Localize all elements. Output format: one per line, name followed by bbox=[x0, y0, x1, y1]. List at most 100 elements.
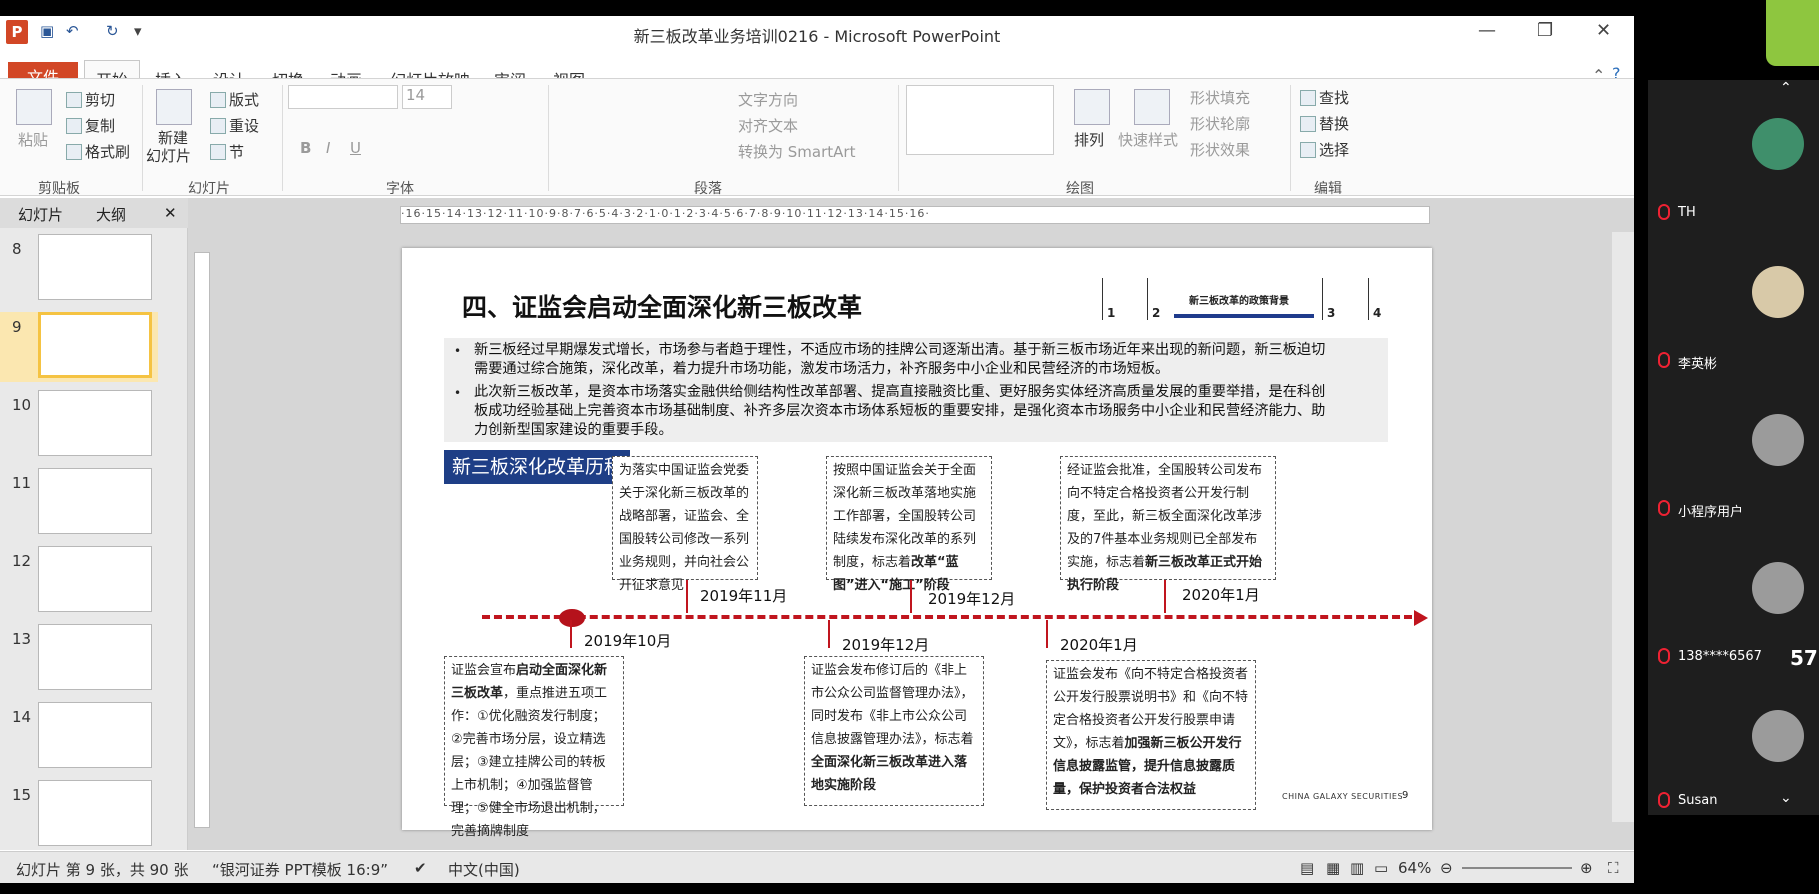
reset-button[interactable]: 重设 bbox=[210, 115, 259, 136]
participant-name: 李英彬 bbox=[1678, 357, 1718, 372]
normal-view-icon[interactable]: ▤ bbox=[1300, 859, 1314, 877]
reading-view-icon[interactable]: ▥ bbox=[1350, 859, 1364, 877]
slide-canvas[interactable]: 四、证监会启动全面深化新三板改革 1 2 3 4 新三板改革的政策背景 • 新三… bbox=[402, 248, 1432, 839]
slide-sorter-icon[interactable]: ▦ bbox=[1326, 859, 1340, 877]
avatar[interactable] bbox=[1752, 562, 1804, 614]
divider bbox=[548, 85, 549, 191]
format-painter-button[interactable]: 格式刷 bbox=[66, 141, 130, 162]
underline-button[interactable]: U bbox=[350, 139, 361, 157]
timeline-start-dot bbox=[559, 609, 585, 627]
scroll-up-icon[interactable]: ⌃ bbox=[1780, 80, 1792, 96]
slide-thumb[interactable]: 14 bbox=[0, 702, 170, 772]
slide-thumbnail-panel: 幻灯片 大纲 ✕ 8 9 10 11 12 13 14 15 bbox=[0, 198, 188, 850]
timeline-date: 2019年12月 bbox=[842, 636, 930, 654]
language-indicator[interactable]: 中文(中国) bbox=[448, 859, 520, 880]
italic-button[interactable]: I bbox=[326, 139, 330, 157]
arrange-button[interactable]: 排列 bbox=[1074, 129, 1104, 150]
brush-icon bbox=[66, 144, 82, 160]
bold-button[interactable]: B bbox=[300, 139, 311, 157]
copy-icon bbox=[66, 118, 82, 134]
quick-styles-button[interactable]: 快速样式 bbox=[1118, 129, 1178, 150]
bullet-block: • 新三板经过早期爆发式增长，市场参与者趋于理性，不适应市场的挂牌公司逐渐出清。… bbox=[444, 338, 1388, 442]
bullet-text: 新三板经过早期爆发式增长，市场参与者趋于理性，不适应市场的挂牌公司逐渐出清。基于… bbox=[474, 342, 1326, 358]
layout-button[interactable]: 版式 bbox=[210, 89, 259, 110]
divider bbox=[142, 85, 143, 191]
smartart-button[interactable]: 转换为 SmartArt bbox=[738, 141, 855, 162]
cursor-icon bbox=[1300, 142, 1316, 158]
page-number: 9 bbox=[1402, 790, 1409, 801]
zoom-slider[interactable] bbox=[1462, 867, 1572, 869]
shapes-gallery[interactable] bbox=[906, 85, 1054, 155]
find-button[interactable]: 查找 bbox=[1300, 87, 1349, 108]
slide-thumb[interactable]: 10 bbox=[0, 390, 170, 460]
bullet-dot: • bbox=[454, 344, 462, 358]
shape-effects-button[interactable]: 形状效果 bbox=[1190, 139, 1250, 160]
participant-name: Susan bbox=[1678, 793, 1718, 808]
group-editing: 编辑 bbox=[1314, 181, 1342, 197]
quick-styles-icon[interactable] bbox=[1134, 89, 1170, 125]
avatar[interactable] bbox=[1752, 710, 1804, 762]
divider bbox=[898, 85, 899, 191]
section-button[interactable]: 节 bbox=[210, 141, 244, 162]
slide-thumb[interactable]: 13 bbox=[0, 624, 170, 694]
copy-button[interactable]: 复制 bbox=[66, 115, 115, 136]
cut-button[interactable]: 剪切 bbox=[66, 89, 115, 110]
event-box: 按照中国证监会关于全面深化新三板改革落地实施工作部署，全国股转公司陆续发布深化改… bbox=[826, 456, 992, 593]
timeline-date: 2019年10月 bbox=[584, 632, 672, 650]
slide-thumb[interactable]: 12 bbox=[0, 546, 170, 616]
fit-slide-icon[interactable]: ⛶ bbox=[1608, 859, 1619, 877]
timeline-tick bbox=[686, 580, 688, 613]
paste-icon[interactable] bbox=[16, 89, 52, 125]
replace-button[interactable]: 替换 bbox=[1300, 113, 1349, 134]
avatar[interactable] bbox=[1752, 266, 1804, 318]
timeline-line bbox=[482, 615, 1412, 619]
avatar[interactable] bbox=[1752, 414, 1804, 466]
bullet-dot: • bbox=[454, 386, 462, 400]
font-size-field[interactable]: 14 bbox=[402, 85, 452, 109]
window-title: 新三板改革业务培训0216 - Microsoft PowerPoint bbox=[633, 27, 1001, 46]
slideshow-icon[interactable]: ▭ bbox=[1374, 859, 1388, 877]
panel-tabs: 幻灯片 大纲 ✕ bbox=[0, 198, 188, 228]
slide-thumb[interactable]: 11 bbox=[0, 468, 170, 538]
close-icon[interactable]: ✕ bbox=[1596, 20, 1611, 41]
align-text-button[interactable]: 对齐文本 bbox=[738, 115, 798, 136]
tab-slides[interactable]: 幻灯片 bbox=[18, 204, 63, 225]
spellcheck-icon[interactable]: ✔ bbox=[414, 859, 427, 877]
paste-button[interactable]: 粘贴 bbox=[18, 129, 48, 150]
new-slide-icon[interactable] bbox=[156, 89, 192, 125]
slide-thumb-selected[interactable]: 9 bbox=[0, 312, 158, 382]
bullet-text: 板成功经验基础上完善资本市场基础制度、补齐多层次资本市场体系短板的重要安排，是强… bbox=[474, 403, 1326, 419]
restore-icon[interactable]: ❐ bbox=[1537, 20, 1553, 41]
avatar[interactable] bbox=[1752, 118, 1804, 170]
select-button[interactable]: 选择 bbox=[1300, 139, 1349, 160]
participant-name: 小程序用户 bbox=[1678, 505, 1744, 520]
layout-icon bbox=[210, 92, 226, 108]
text-direction-button[interactable]: 文字方向 bbox=[738, 89, 798, 110]
bullet-text: 需要通过综合施策，深化改革，着力提升市场功能，激发市场活力，补齐服务中小企业和民… bbox=[474, 361, 1170, 377]
close-panel-icon[interactable]: ✕ bbox=[164, 204, 177, 222]
zoom-level[interactable]: 64% bbox=[1398, 859, 1431, 877]
font-name-field[interactable] bbox=[288, 85, 398, 109]
slide-thumb[interactable]: 15 bbox=[0, 780, 170, 850]
zoom-in-icon[interactable]: ⊕ bbox=[1580, 859, 1593, 877]
zoom-out-icon[interactable]: ⊖ bbox=[1440, 859, 1453, 877]
timeline-tick bbox=[1164, 580, 1166, 613]
scroll-down-icon[interactable]: ⌄ bbox=[1780, 790, 1792, 806]
arrange-icon[interactable] bbox=[1074, 89, 1110, 125]
shape-outline-button[interactable]: 形状轮廓 bbox=[1190, 113, 1250, 134]
horizontal-ruler: ·16·15·14·13·12·11·10·9·8·7·6·5·4·3·2·1·… bbox=[400, 206, 1430, 224]
vertical-scrollbar[interactable] bbox=[1612, 232, 1634, 822]
toc-divider: 1 bbox=[1102, 278, 1115, 320]
mic-muted-icon bbox=[1658, 500, 1670, 516]
company-logo: CHINA GALAXY SECURITIES bbox=[1282, 792, 1404, 801]
minimize-icon[interactable]: — bbox=[1478, 20, 1496, 41]
mic-muted-icon bbox=[1658, 792, 1670, 808]
floating-widget[interactable] bbox=[1766, 0, 1819, 66]
toc-divider: 3 bbox=[1322, 278, 1335, 320]
tab-outline[interactable]: 大纲 bbox=[96, 204, 126, 225]
slide-thumb[interactable]: 8 bbox=[0, 234, 170, 304]
slide-counter: 幻灯片 第 9 张，共 90 张 bbox=[16, 861, 189, 879]
badge: 57 bbox=[1790, 646, 1818, 670]
shape-fill-button[interactable]: 形状填充 bbox=[1190, 87, 1250, 108]
section-icon bbox=[210, 144, 226, 160]
